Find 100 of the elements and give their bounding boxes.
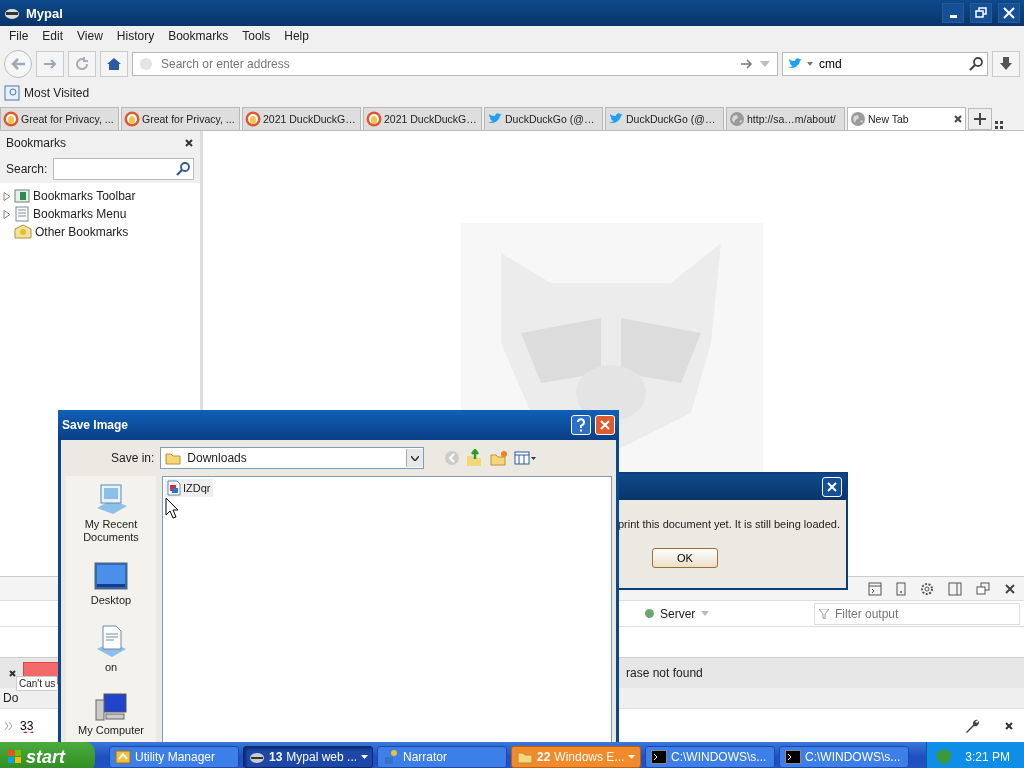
tab-close-icon[interactable] <box>953 114 963 124</box>
menu-item[interactable]: Tools <box>235 29 278 43</box>
browser-tab[interactable]: 2021 DuckDuckG… <box>363 107 482 130</box>
search-input[interactable]: cmd <box>817 56 965 72</box>
dialog-title: Save Image <box>62 418 130 432</box>
help-icon <box>576 418 586 432</box>
bookmark-search-field[interactable] <box>53 158 194 180</box>
browser-tab[interactable]: Great for Privacy, ... <box>0 107 119 130</box>
bookmark-icon <box>4 85 20 101</box>
browser-tab[interactable]: Great for Privacy, ... <box>121 107 240 130</box>
restore-button[interactable] <box>970 3 992 23</box>
bookmark-item[interactable]: Most Visited <box>24 86 90 100</box>
globe-icon <box>729 111 745 127</box>
settings-icon[interactable] <box>920 581 934 596</box>
page-icon <box>139 57 153 71</box>
places-item[interactable]: My Recent Documents <box>71 482 151 544</box>
ok-button[interactable]: OK <box>652 548 718 568</box>
browser-tab[interactable]: http://sa…m/about/ <box>726 107 845 130</box>
console-panel-icon[interactable] <box>868 581 882 596</box>
phone-icon[interactable] <box>896 581 906 596</box>
browser-tab[interactable]: DuckDuckGo (@… <box>484 107 603 130</box>
download-button[interactable] <box>992 51 1020 77</box>
undock-icon[interactable] <box>976 581 990 596</box>
taskbar-item[interactable]: Utility Manager <box>109 746 239 768</box>
menu-item[interactable]: Help <box>277 29 316 43</box>
duck-icon <box>366 111 382 127</box>
caret-icon <box>361 755 369 759</box>
start-button[interactable]: start <box>0 742 95 768</box>
image-file-icon <box>167 480 181 496</box>
menu-item[interactable]: History <box>109 29 162 43</box>
target-dropdown[interactable]: Server <box>660 606 696 621</box>
help-button[interactable] <box>571 415 591 435</box>
caret-icon <box>628 755 636 759</box>
browser-tab[interactable]: 2021 DuckDuckG… <box>242 107 361 130</box>
places-item[interactable]: Desktop <box>71 562 151 607</box>
close-icon[interactable] <box>8 668 17 678</box>
tree-item[interactable]: Other Bookmarks <box>35 225 129 239</box>
download-icon <box>999 57 1013 71</box>
minimize-button[interactable] <box>942 3 964 23</box>
home-button[interactable] <box>100 51 128 77</box>
taskbar-item[interactable]: Narrator <box>377 746 507 768</box>
narrator-icon <box>383 749 399 765</box>
back-arrow-icon <box>10 57 26 71</box>
address-bar[interactable]: Search or enter address <box>132 52 778 76</box>
places-item[interactable]: My Computer <box>71 692 151 737</box>
address-input[interactable]: Search or enter address <box>159 56 735 72</box>
expander-icon[interactable] <box>3 191 11 201</box>
menu-item[interactable]: File <box>2 29 36 43</box>
filter-icon <box>819 608 829 619</box>
tree-item[interactable]: Bookmarks Menu <box>33 207 127 221</box>
search-bar[interactable]: cmd <box>782 52 988 76</box>
search-icon <box>176 162 190 176</box>
taskbar-item[interactable]: C:\WINDOWS\s... <box>645 746 775 768</box>
duck-icon <box>245 111 261 127</box>
view-menu-icon[interactable] <box>514 451 537 465</box>
dropdown-icon <box>701 611 710 616</box>
clock: 3:21 PM <box>965 750 1010 764</box>
toolbar-folder-icon <box>14 188 30 204</box>
taskbar-item[interactable]: 13 Mypal web ... <box>243 746 373 768</box>
close-button[interactable] <box>998 3 1020 23</box>
sidebar-panel-icon[interactable] <box>948 581 962 596</box>
wrench-icon[interactable] <box>964 717 980 734</box>
browser-tab[interactable]: New Tab <box>847 107 966 130</box>
tree-item[interactable]: Bookmarks Toolbar <box>33 189 136 203</box>
duck-icon <box>3 111 19 127</box>
search-icon <box>969 57 983 71</box>
status-text: Do <box>3 691 19 705</box>
folder-icon <box>165 450 182 466</box>
close-icon <box>826 481 838 493</box>
close-icon <box>1003 7 1015 19</box>
close-icon[interactable] <box>1004 720 1014 731</box>
browser-tab[interactable]: DuckDuckGo (@… <box>605 107 724 130</box>
home-icon <box>106 57 122 71</box>
taskbar-item[interactable]: C:\WINDOWS\s... <box>779 746 909 768</box>
close-icon <box>599 419 611 431</box>
plus-icon <box>974 113 986 125</box>
folder-dropdown[interactable]: Downloads <box>160 447 425 469</box>
places-item[interactable]: on <box>71 625 151 674</box>
console-icon <box>785 750 801 764</box>
menu-item[interactable]: Bookmarks <box>161 29 236 43</box>
reload-icon <box>75 57 89 71</box>
alert-message: print this document yet. It is still being loaded. <box>618 517 841 530</box>
menu-folder-icon <box>14 206 30 222</box>
tooltip: Can't us <box>16 676 58 691</box>
caret-icon <box>411 455 420 461</box>
tab-list-icon[interactable] <box>994 120 1004 130</box>
close-icon[interactable] <box>1004 582 1016 595</box>
expander-icon[interactable] <box>3 209 11 219</box>
window-title: Mypal <box>26 5 64 21</box>
filter-box[interactable]: Filter output <box>814 602 1020 625</box>
image-entry[interactable]: IZDqr <box>165 479 213 497</box>
close-icon[interactable] <box>184 138 194 148</box>
new-tab-button[interactable] <box>968 108 992 130</box>
duck-icon <box>124 111 140 127</box>
chevron-icon <box>4 720 14 731</box>
minimize-icon <box>949 15 957 18</box>
menu-item[interactable]: Edit <box>35 29 71 43</box>
computer-icon <box>94 692 128 722</box>
menu-item[interactable]: View <box>70 29 110 43</box>
folder-icon <box>14 224 32 240</box>
